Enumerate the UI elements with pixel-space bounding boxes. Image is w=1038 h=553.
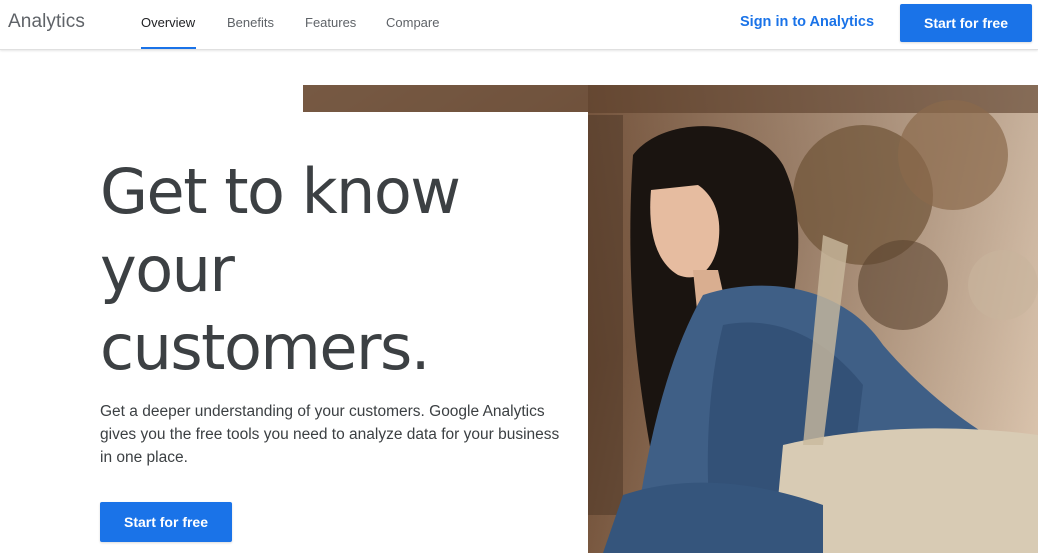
start-free-header-button[interactable]: Start for free <box>900 4 1032 42</box>
hero-headline: Get to know your customers. <box>100 153 560 387</box>
nav-compare[interactable]: Compare <box>386 15 439 30</box>
hero-subtext: Get a deeper understanding of your custo… <box>100 403 560 466</box>
headline-line-1: Get to know <box>100 155 461 228</box>
nav-features[interactable]: Features <box>305 15 356 30</box>
headline-line-2: your <box>100 233 235 306</box>
headline-line-3: customers. <box>100 311 430 384</box>
analytics-logo[interactable]: Analytics <box>8 11 85 33</box>
sign-in-link[interactable]: Sign in to Analytics <box>740 14 874 30</box>
active-tab-indicator <box>141 47 196 49</box>
nav-benefits[interactable]: Benefits <box>227 15 274 30</box>
nav-overview[interactable]: Overview <box>141 15 195 30</box>
top-header: Analytics Overview Benefits Features Com… <box>0 0 1038 50</box>
start-free-hero-button[interactable]: Start for free <box>100 502 232 542</box>
